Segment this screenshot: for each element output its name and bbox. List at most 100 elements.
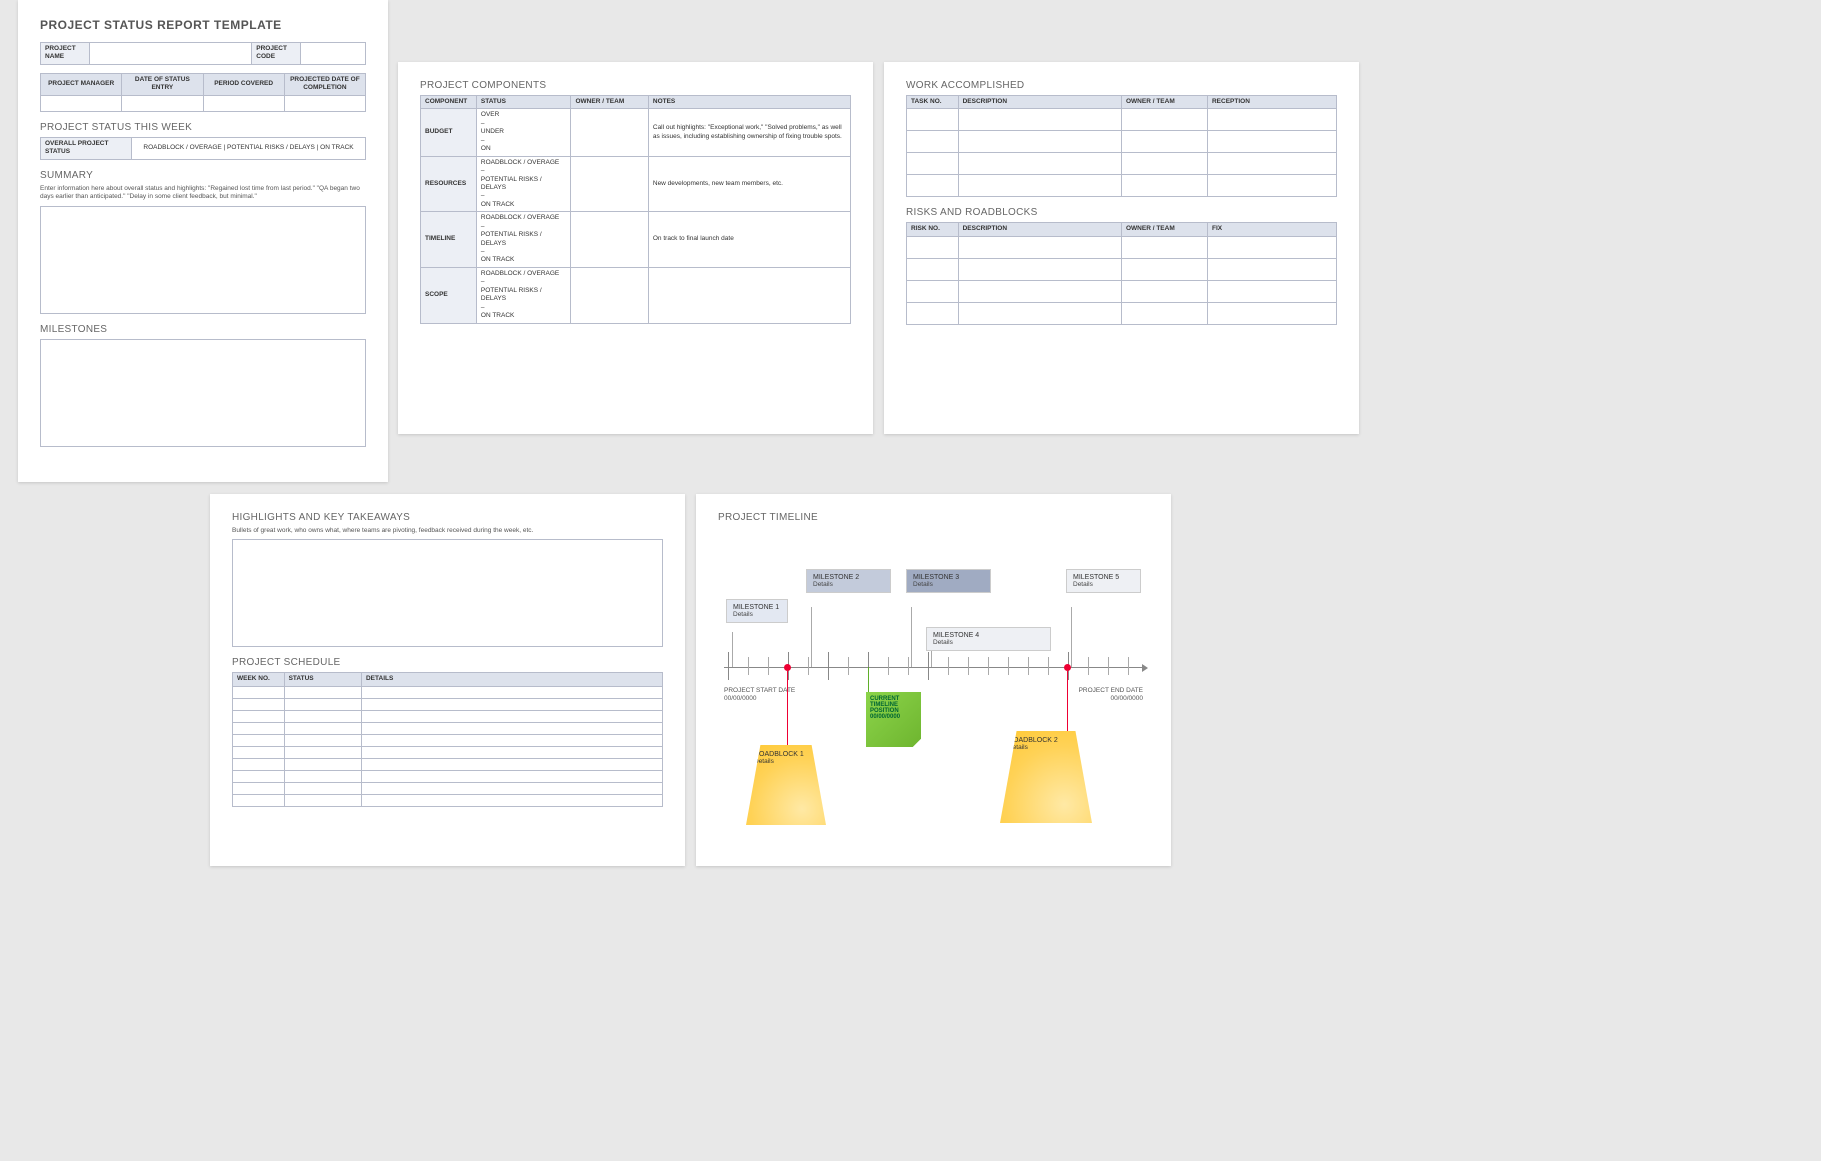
col-component: COMPONENT: [421, 96, 477, 109]
col-reception: RECEPTION: [1207, 96, 1336, 109]
col-status: STATUS: [476, 96, 571, 109]
milestone-sub: Details: [933, 639, 1044, 646]
field-completion[interactable]: [284, 95, 365, 111]
component-owner[interactable]: [571, 212, 648, 268]
milestones-box[interactable]: [40, 339, 366, 447]
table-row[interactable]: [907, 175, 1337, 197]
current-position-line: [868, 667, 869, 692]
roadblock-2-marker: [1064, 664, 1071, 671]
milestone-title: MILESTONE 5: [1073, 574, 1134, 581]
milestone-2-card: MILESTONE 2 Details: [806, 569, 891, 593]
component-owner[interactable]: [571, 156, 648, 212]
schedule-table: WEEK NO. STATUS DETAILS: [232, 672, 663, 806]
roadblock-1-marker: [784, 664, 791, 671]
table-row: SCOPE ROADBLOCK / OVERAGE – POTENTIAL RI…: [421, 267, 851, 323]
milestone-4-card: MILESTONE 4 Details: [926, 627, 1051, 651]
milestone-1-card: MILESTONE 1 Details: [726, 599, 788, 623]
col-manager: PROJECT MANAGER: [41, 73, 122, 95]
milestone-5-card: MILESTONE 5 Details: [1066, 569, 1141, 593]
milestone-title: MILESTONE 3: [913, 574, 984, 581]
highlights-hint: Bullets of great work, who owns what, wh…: [232, 527, 663, 535]
component-name: RESOURCES: [421, 156, 477, 212]
timeline-diagram: MILESTONE 1 Details MILESTONE 2 Details …: [718, 527, 1149, 827]
col-task-no: TASK NO.: [907, 96, 959, 109]
start-label: PROJECT START DATE 00/00/0000: [724, 687, 795, 703]
highlights-box[interactable]: [232, 539, 663, 647]
table-row[interactable]: [907, 131, 1337, 153]
overall-status-options[interactable]: ROADBLOCK / OVERAGE | POTENTIAL RISKS / …: [132, 137, 366, 159]
component-status[interactable]: OVER – UNDER – ON: [476, 109, 571, 156]
component-owner[interactable]: [571, 267, 648, 323]
page-4: HIGHLIGHTS AND KEY TAKEAWAYS Bullets of …: [210, 494, 685, 866]
table-row[interactable]: [907, 109, 1337, 131]
field-manager[interactable]: [41, 95, 122, 111]
work-title: WORK ACCOMPLISHED: [906, 80, 1337, 91]
component-notes[interactable]: On track to final launch date: [648, 212, 850, 268]
col-status: STATUS: [284, 673, 361, 686]
table-row[interactable]: [233, 710, 663, 722]
status-week-title: PROJECT STATUS THIS WEEK: [40, 122, 366, 133]
component-notes[interactable]: New developments, new team members, etc.: [648, 156, 850, 212]
component-status[interactable]: ROADBLOCK / OVERAGE – POTENTIAL RISKS / …: [476, 156, 571, 212]
table-row[interactable]: [233, 686, 663, 698]
col-completion: PROJECTED DATE OF COMPLETION: [284, 73, 365, 95]
work-table: TASK NO. DESCRIPTION OWNER / TEAM RECEPT…: [906, 95, 1337, 197]
col-details: DETAILS: [361, 673, 662, 686]
components-title: PROJECT COMPONENTS: [420, 80, 851, 91]
table-row[interactable]: [907, 236, 1337, 258]
table-row: BUDGET OVER – UNDER – ON Call out highli…: [421, 109, 851, 156]
col-risk-no: RISK NO.: [907, 223, 959, 236]
document-title: PROJECT STATUS REPORT TEMPLATE: [40, 18, 366, 32]
table-row[interactable]: [907, 153, 1337, 175]
project-header-table: PROJECT NAME PROJECT CODE: [40, 42, 366, 65]
table-row[interactable]: [233, 794, 663, 806]
component-status[interactable]: ROADBLOCK / OVERAGE – POTENTIAL RISKS / …: [476, 212, 571, 268]
components-table: COMPONENT STATUS OWNER / TEAM NOTES BUDG…: [420, 95, 851, 324]
col-status-entry: DATE OF STATUS ENTRY: [122, 73, 203, 95]
component-notes[interactable]: [648, 267, 850, 323]
roadblock-2-card: ROADBLOCK 2 Details: [1000, 731, 1092, 823]
current-position-card: CURRENT TIMELINE POSITION 00/00/0000: [866, 692, 921, 747]
col-period: PERIOD COVERED: [203, 73, 284, 95]
component-name: BUDGET: [421, 109, 477, 156]
table-row[interactable]: [233, 734, 663, 746]
page-5: PROJECT TIMELINE MILESTONE 1: [696, 494, 1171, 866]
table-row[interactable]: [907, 302, 1337, 324]
label-overall-status: OVERALL PROJECT STATUS: [41, 137, 132, 159]
table-row[interactable]: [233, 722, 663, 734]
col-owner: OWNER / TEAM: [571, 96, 648, 109]
table-row: RESOURCES ROADBLOCK / OVERAGE – POTENTIA…: [421, 156, 851, 212]
table-row[interactable]: [907, 280, 1337, 302]
table-row[interactable]: [233, 770, 663, 782]
field-status-entry[interactable]: [122, 95, 203, 111]
field-project-code[interactable]: [301, 43, 366, 65]
table-row[interactable]: [233, 746, 663, 758]
table-row[interactable]: [907, 258, 1337, 280]
component-name: TIMELINE: [421, 212, 477, 268]
summary-title: SUMMARY: [40, 170, 366, 181]
page-2: PROJECT COMPONENTS COMPONENT STATUS OWNE…: [398, 62, 873, 434]
component-owner[interactable]: [571, 109, 648, 156]
component-status[interactable]: ROADBLOCK / OVERAGE – POTENTIAL RISKS / …: [476, 267, 571, 323]
overall-status-table: OVERALL PROJECT STATUS ROADBLOCK / OVERA…: [40, 137, 366, 160]
field-period[interactable]: [203, 95, 284, 111]
field-project-name[interactable]: [89, 43, 252, 65]
risks-table: RISK NO. DESCRIPTION OWNER / TEAM FIX: [906, 222, 1337, 324]
milestone-title: MILESTONE 1: [733, 604, 781, 611]
roadblock-1-line: [787, 671, 788, 746]
page-3: WORK ACCOMPLISHED TASK NO. DESCRIPTION O…: [884, 62, 1359, 434]
milestone-sub: Details: [813, 581, 884, 588]
table-row[interactable]: [233, 758, 663, 770]
table-row[interactable]: [233, 782, 663, 794]
component-notes[interactable]: Call out highlights: "Exceptional work,"…: [648, 109, 850, 156]
milestones-title: MILESTONES: [40, 324, 366, 335]
risks-title: RISKS AND ROADBLOCKS: [906, 207, 1337, 218]
milestone-sub: Details: [913, 581, 984, 588]
milestone-3-card: MILESTONE 3 Details: [906, 569, 991, 593]
roadblock-2-line: [1067, 671, 1068, 733]
table-row[interactable]: [233, 698, 663, 710]
milestone-sub: Details: [1073, 581, 1134, 588]
summary-box[interactable]: [40, 206, 366, 314]
col-description: DESCRIPTION: [958, 223, 1121, 236]
page-1: PROJECT STATUS REPORT TEMPLATE PROJECT N…: [18, 0, 388, 482]
